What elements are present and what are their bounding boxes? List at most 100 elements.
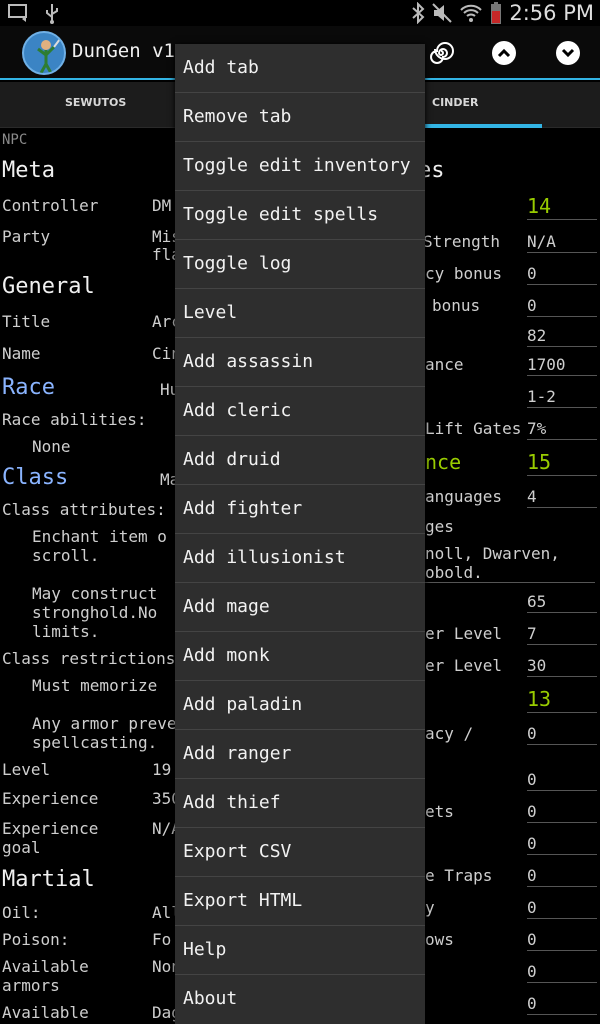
value-zero-5[interactable]: 0 [527, 898, 597, 919]
class-attribute-1: Enchant item o [32, 527, 167, 546]
menu-item-add-ranger[interactable]: Add ranger [175, 730, 425, 779]
meta-heading: Meta [2, 158, 55, 183]
value-zero-4[interactable]: 0 [527, 866, 597, 887]
poison-value: Fo [152, 930, 172, 949]
shadows-label: ows [425, 930, 454, 949]
experience-goal-label: Experience [2, 819, 99, 838]
menu-item-level[interactable]: Level [175, 289, 425, 338]
lift-gates-value[interactable]: 7% [527, 419, 597, 440]
chevron-up-icon[interactable] [491, 40, 517, 66]
class-restrictions-label: Class restrictions [2, 649, 176, 668]
race-abilities-value: None [32, 437, 71, 456]
app-logo-icon[interactable] [22, 31, 66, 75]
class-attribute-2b: stronghold.No [32, 603, 158, 622]
intelligence-score[interactable]: 15 [527, 450, 597, 476]
strength-value[interactable]: N/A [527, 232, 597, 253]
app-title: DunGen v1 [72, 40, 175, 62]
controller-label: Controller [2, 196, 99, 215]
remove-traps-label: e Traps [425, 866, 493, 885]
damage-bonus-label: bonus [432, 296, 481, 315]
value-zero-8[interactable]: 0 [527, 994, 597, 1015]
spell-level-label-2: er Level [425, 656, 503, 675]
magic-accuracy-label: acy / [425, 724, 474, 743]
available-label: Available [2, 1003, 89, 1022]
wisdom-score[interactable]: 13 [527, 687, 597, 713]
value-zero-7[interactable]: 0 [527, 962, 597, 983]
poison-label: Poison: [2, 930, 70, 949]
menu-item-add-cleric[interactable]: Add cleric [175, 387, 425, 436]
menu-item-about[interactable]: About [175, 975, 425, 1024]
controller-value[interactable]: DM [152, 196, 171, 215]
value-1-2[interactable]: 1-2 [527, 387, 597, 408]
level-label: Level [2, 760, 51, 779]
bluetooth-icon [412, 2, 425, 24]
menu-item-add-paladin[interactable]: Add paladin [175, 681, 425, 730]
languages-list-2[interactable]: obold. [425, 563, 595, 583]
mute-icon [432, 3, 453, 23]
languages-list[interactable]: noll, Dwarven, [425, 544, 560, 563]
name-label: Name [2, 344, 41, 363]
general-heading: General [2, 274, 95, 299]
menu-item-toggle-log[interactable]: Toggle log [175, 240, 425, 289]
overflow-menu: Add tab Remove tab Toggle edit inventory… [175, 44, 425, 1024]
allowance-label: ance [425, 355, 464, 374]
menu-item-add-fighter[interactable]: Add fighter [175, 485, 425, 534]
menu-item-help[interactable]: Help [175, 926, 425, 975]
lift-gates-label: Lift Gates [425, 419, 522, 438]
usb-icon [46, 4, 58, 24]
title-label: Title [2, 312, 51, 331]
menu-item-toggle-edit-spells[interactable]: Toggle edit spells [175, 191, 425, 240]
martial-heading: Martial [2, 867, 95, 892]
menu-item-add-monk[interactable]: Add monk [175, 632, 425, 681]
menu-item-add-mage[interactable]: Add mage [175, 583, 425, 632]
value-zero-3[interactable]: 0 [527, 834, 597, 855]
experience-goal-label-2: goal [2, 838, 41, 857]
y-label: y [425, 898, 435, 917]
accuracy-bonus-value[interactable]: 0 [527, 264, 597, 285]
strength-score[interactable]: 14 [527, 194, 597, 220]
value-zero-6[interactable]: 0 [527, 930, 597, 951]
menu-item-add-tab[interactable]: Add tab [175, 44, 425, 93]
tab-cinder[interactable]: CINDER [432, 96, 479, 109]
clock: 2:56 PM [509, 1, 594, 25]
available-armors-label-2: armors [2, 976, 60, 995]
value-65[interactable]: 65 [527, 592, 597, 613]
class-heading: Class [2, 465, 69, 490]
menu-item-add-thief[interactable]: Add thief [175, 779, 425, 828]
value-zero-2[interactable]: 0 [527, 802, 597, 823]
wifi-icon [460, 4, 483, 22]
value-zero-1[interactable]: 0 [527, 770, 597, 791]
race-abilities-label: Race abilities: [2, 410, 147, 429]
languages-list-label: ges [425, 517, 454, 536]
value-82[interactable]: 82 [527, 326, 597, 347]
accuracy-bonus-label: cy bonus [425, 264, 503, 283]
spiral-icon[interactable] [428, 40, 454, 66]
menu-item-add-druid[interactable]: Add druid [175, 436, 425, 485]
menu-item-add-illusionist[interactable]: Add illusionist [175, 534, 425, 583]
damage-bonus-value[interactable]: 0 [527, 296, 597, 317]
languages-value[interactable]: 4 [527, 487, 597, 508]
strength-label: Strength [423, 232, 501, 251]
languages-label: anguages [425, 487, 503, 506]
allowance-value[interactable]: 1700 [527, 355, 597, 376]
class-restriction-1: Must memorize [32, 676, 158, 695]
oil-label: Oil: [2, 903, 41, 922]
menu-item-toggle-edit-inventory[interactable]: Toggle edit inventory [175, 142, 425, 191]
spell-level-value-2[interactable]: 30 [527, 656, 597, 677]
chevron-down-icon[interactable] [555, 40, 581, 66]
menu-item-remove-tab[interactable]: Remove tab [175, 93, 425, 142]
npc-label: NPC [2, 132, 28, 148]
spell-level-label: er Level [425, 624, 503, 643]
spell-level-value[interactable]: 7 [527, 624, 597, 645]
menu-item-add-assassin[interactable]: Add assassin [175, 338, 425, 387]
tab-indicator [420, 124, 542, 128]
level-value: 19 [152, 760, 172, 779]
menu-item-export-html[interactable]: Export HTML [175, 877, 425, 926]
menu-item-export-csv[interactable]: Export CSV [175, 828, 425, 877]
tab-sewutos[interactable]: SEWUTOS [65, 96, 126, 109]
battery-icon [491, 2, 502, 24]
magic-accuracy-value[interactable]: 0 [527, 724, 597, 745]
class-attribute-2c: limits. [32, 622, 100, 641]
party-label: Party [2, 227, 51, 246]
class-restriction-2b: spellcasting. [32, 733, 158, 752]
